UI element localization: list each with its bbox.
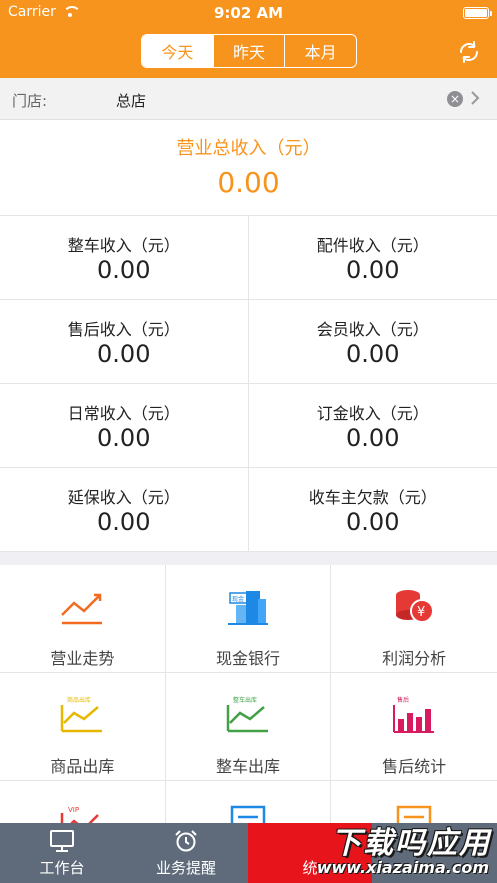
store-value: 总店	[116, 92, 147, 110]
car-out-icon-text: 整车出库	[233, 696, 257, 704]
income-grid: 整车收入（元） 0.00 配件收入（元） 0.00 售后收入（元） 0.00 会…	[0, 216, 497, 552]
income-cell-vehicle: 整车收入（元） 0.00	[0, 216, 249, 300]
aftersale-icon-text: 售后	[397, 696, 409, 704]
income-value: 0.00	[97, 256, 151, 284]
func-label: 现金银行	[215, 649, 280, 668]
vip-icon-text: VIP	[68, 806, 79, 814]
func-label: 营业走势	[50, 649, 115, 668]
income-cell-owner-arrears: 收车主欠款（元） 0.00	[248, 468, 497, 552]
document-blue-icon	[230, 805, 266, 823]
status-bar: Carrier 9:02 AM	[0, 0, 497, 26]
income-cell-membership: 会员收入（元） 0.00	[248, 300, 497, 384]
income-value: 0.00	[97, 340, 151, 368]
trend-icon	[61, 593, 103, 625]
watermark: 下载吗应用 www.xiazaima.com	[296, 818, 491, 880]
chevron-right-icon	[471, 91, 480, 105]
tab-label: 业务提醒	[155, 859, 216, 877]
clear-icon[interactable]: ×	[447, 91, 463, 107]
battery-icon	[463, 7, 492, 19]
func-label: 商品出库	[50, 757, 115, 776]
header: Carrier 9:02 AM 今天 昨天 本月	[0, 0, 497, 78]
income-label: 配件收入（元）	[316, 236, 429, 255]
goods-out-icon: 商品出库	[61, 696, 103, 733]
svg-text:¥: ¥	[417, 605, 425, 620]
income-label: 订金收入（元）	[316, 404, 429, 423]
func-label: 利润分析	[382, 649, 447, 668]
income-cell-daily: 日常收入（元） 0.00	[0, 384, 249, 468]
income-label: 会员收入（元）	[316, 320, 429, 339]
func-goods-outbound[interactable]: 商品出库 商品出库	[0, 673, 166, 781]
income-value: 0.00	[346, 508, 400, 536]
income-value: 0.00	[346, 256, 400, 284]
func-business-trend[interactable]: 营业走势	[0, 565, 166, 673]
income-value: 0.00	[97, 424, 151, 452]
income-value: 0.00	[346, 424, 400, 452]
income-cell-extended-warranty: 延保收入（元） 0.00	[0, 468, 249, 552]
vip-icon: VIP	[61, 806, 100, 823]
monitor-icon	[50, 830, 74, 852]
func-report-orange[interactable]	[331, 781, 497, 823]
income-value: 0.00	[97, 508, 151, 536]
tab-this-month[interactable]: 本月	[284, 35, 356, 67]
func-vip[interactable]: VIP	[0, 781, 166, 823]
income-label: 延保收入（元）	[67, 488, 180, 507]
func-label: 整车出库	[215, 757, 280, 776]
income-cell-parts: 配件收入（元） 0.00	[248, 216, 497, 300]
refresh-icon[interactable]	[457, 40, 481, 64]
income-cell-deposit: 订金收入（元） 0.00	[248, 384, 497, 468]
total-revenue-panel: 营业总收入（元） 0.00	[0, 120, 497, 216]
total-revenue-value: 0.00	[217, 166, 280, 199]
total-revenue-label: 营业总收入（元）	[176, 138, 321, 159]
function-grid: 营业走势 现金 现金银行 ¥ 利润分析 商品出库 商品出库 整车出库 整车出库 …	[0, 565, 497, 823]
income-label: 日常收入（元）	[67, 404, 180, 423]
profit-icon: ¥	[396, 590, 435, 623]
func-profit-analysis[interactable]: ¥ 利润分析	[331, 565, 497, 673]
alarm-clock-icon	[175, 830, 197, 852]
func-report-blue[interactable]	[166, 781, 332, 823]
watermark-url: www.xiazaima.com	[316, 858, 489, 877]
goods-out-icon-text: 商品出库	[67, 696, 91, 704]
income-label: 收车主欠款（元）	[308, 488, 437, 507]
store-label: 门店:	[12, 92, 48, 110]
tab-yesterday[interactable]: 昨天	[212, 35, 285, 67]
func-aftersales-stats[interactable]: 售后 售后统计	[331, 673, 497, 781]
aftersale-icon: 售后	[393, 696, 435, 733]
clock: 9:02 AM	[213, 4, 284, 22]
tab-workbench[interactable]: 工作台	[0, 823, 124, 883]
income-value: 0.00	[346, 340, 400, 368]
func-cash-bank[interactable]: 现金 现金银行	[165, 565, 332, 673]
watermark-title: 下载吗应用	[331, 826, 491, 861]
income-label: 整车收入（元）	[67, 236, 180, 255]
bank-icon-text: 现金	[232, 595, 244, 603]
tab-label: 工作台	[39, 859, 85, 877]
bank-icon: 现金	[227, 591, 268, 625]
car-out-icon: 整车出库	[226, 696, 268, 733]
tab-today[interactable]: 今天	[142, 35, 213, 67]
func-label: 售后统计	[382, 757, 447, 776]
income-cell-aftersales: 售后收入（元） 0.00	[0, 300, 249, 384]
func-vehicle-outbound[interactable]: 整车出库 整车出库	[165, 673, 332, 781]
tab-business-reminder[interactable]: 业务提醒	[124, 823, 248, 883]
store-selector[interactable]: 门店: 总店 ×	[0, 78, 497, 120]
income-label: 售后收入（元）	[67, 320, 180, 339]
date-range-segmented-control: 今天 昨天 本月	[141, 34, 357, 68]
